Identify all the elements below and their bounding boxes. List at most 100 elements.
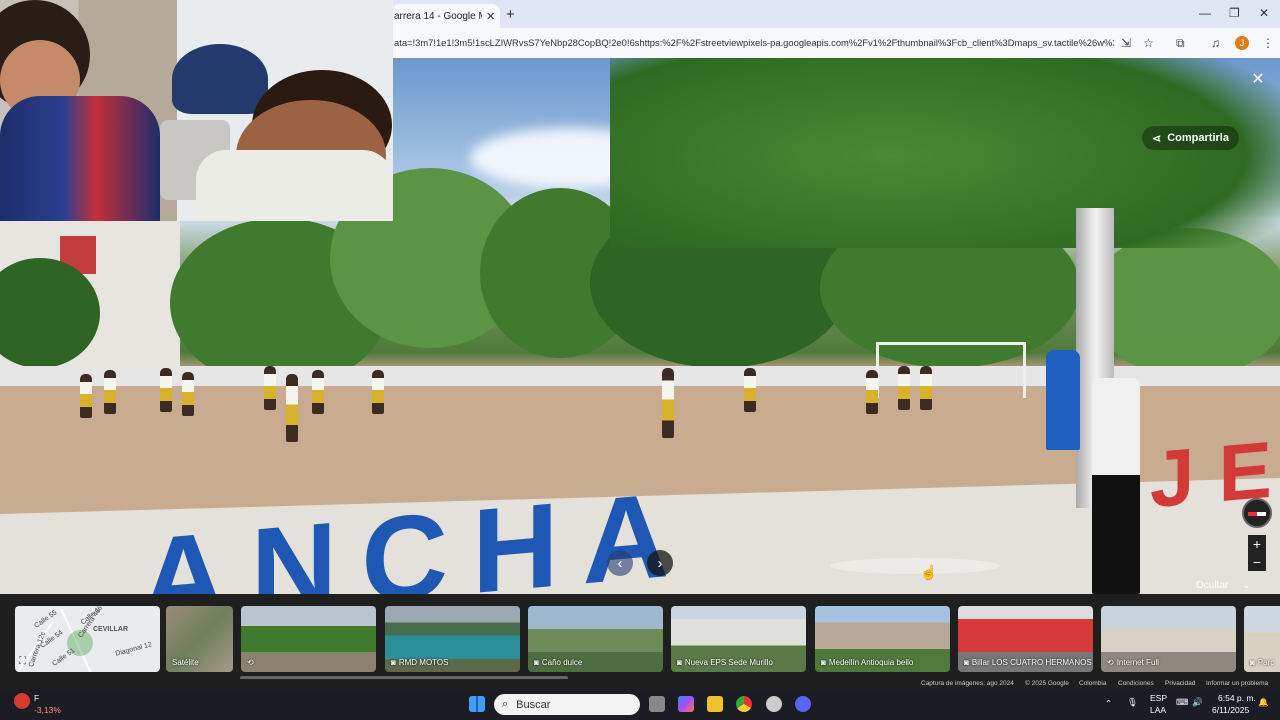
expand-icon[interactable]: ⛶ — [19, 656, 26, 667]
new-tab-button[interactable]: + — [506, 6, 515, 23]
copilot-icon[interactable] — [678, 696, 694, 712]
photo-thumbnail[interactable]: ◙ Caño dulce — [528, 606, 663, 672]
map-street-label: Diagonal 12 — [114, 641, 153, 658]
minimize-icon[interactable]: — — [1199, 6, 1211, 20]
player — [182, 372, 194, 416]
country-link[interactable]: Colombia — [1079, 680, 1106, 687]
camera-icon: ◙ — [821, 658, 826, 667]
photo-thumbnail[interactable]: ⟲ — [241, 606, 376, 672]
extensions-icon[interactable]: ⧉ — [1176, 36, 1185, 51]
thumb-caption: ◙ Billar LOS CUATRO HERMANOS — [964, 658, 1092, 667]
player — [662, 368, 674, 438]
thumb-caption: ◙ RMD MOTOS — [391, 658, 448, 667]
spectator — [1092, 378, 1140, 594]
satellite-thumbnail[interactable]: Satélite — [166, 606, 233, 672]
notification-icon[interactable]: 🔔 — [1258, 697, 1269, 708]
player — [80, 374, 92, 418]
camera-icon: ◙ — [677, 658, 682, 667]
player — [866, 370, 878, 414]
player — [104, 370, 116, 414]
thumb-caption: Satélite — [172, 658, 199, 667]
clock-time[interactable]: 6:54 p. m. — [1218, 693, 1256, 703]
attribution-bar: Captura de imágenes: ago 2024 © 2025 Goo… — [0, 679, 1280, 689]
tree — [1090, 228, 1280, 378]
search-placeholder: Buscar — [516, 698, 551, 711]
player — [744, 368, 756, 412]
close-icon[interactable]: ✕ — [1259, 6, 1269, 20]
privacy-link[interactable]: Privacidad — [1165, 680, 1195, 687]
thumb-label: Caño dulce — [541, 658, 583, 667]
restore-icon[interactable]: ❐ — [1229, 6, 1240, 20]
player — [898, 366, 910, 410]
cursor-icon: ☝ — [920, 564, 938, 580]
zoom-in-button[interactable]: + — [1248, 535, 1266, 553]
media-icon[interactable]: ♫ — [1211, 36, 1220, 50]
camera-icon: ◙ — [534, 658, 539, 667]
network-icon[interactable]: ⌨ — [1176, 697, 1188, 708]
photo-thumbnail[interactable]: ◙ Billar LOS CUATRO HERMANOS — [958, 606, 1093, 672]
person-shirt — [196, 150, 393, 221]
photo-thumbnail[interactable]: ◙ RMD MOTOS — [385, 606, 520, 672]
photo-thumbnail[interactable]: ◙ Parc — [1244, 606, 1280, 672]
stock-change: -3,13% — [34, 705, 61, 715]
windows-start-icon[interactable] — [469, 696, 485, 712]
next-arrow-button[interactable]: › — [647, 550, 673, 576]
spectator — [1046, 350, 1080, 450]
microphone-icon[interactable]: 🎙 — [1127, 697, 1138, 708]
install-icon[interactable]: ⇲ — [1121, 36, 1131, 50]
previous-arrow-button[interactable]: ‹ — [607, 550, 633, 576]
player — [286, 374, 298, 442]
360-icon: ⟲ — [247, 658, 254, 667]
person-cap — [172, 44, 268, 114]
player — [264, 366, 276, 410]
photo-thumbnail[interactable]: ⟲ Internet Full — [1101, 606, 1236, 672]
compass-icon[interactable] — [1242, 498, 1272, 528]
photo-thumbnail[interactable]: ◙ Nueva EPS Sede Murillo — [671, 606, 806, 672]
player — [160, 368, 172, 412]
map-street-label: Calle 51 — [51, 647, 77, 668]
file-explorer-icon[interactable] — [707, 696, 723, 712]
browser-tab[interactable]: arrera 14 - Google Map ✕ — [392, 4, 500, 28]
stock-symbol: F — [34, 693, 40, 703]
discord-icon[interactable] — [795, 696, 811, 712]
thumb-label: Nueva EPS Sede Murillo — [684, 658, 773, 667]
thumb-label: RMD MOTOS — [398, 658, 449, 667]
thumb-label: Internet Full — [1116, 658, 1159, 667]
chrome-icon[interactable] — [736, 696, 752, 712]
volume-icon[interactable]: 🔊 — [1192, 697, 1203, 708]
task-view-icon[interactable] — [649, 696, 665, 712]
menu-icon[interactable]: ⋮ — [1262, 36, 1274, 50]
taskbar-search[interactable]: ⌕ Buscar — [494, 694, 640, 715]
thumb-caption: ⟲ Internet Full — [1107, 658, 1159, 667]
thumb-caption: ◙ Parc — [1250, 658, 1274, 667]
zoom-out-button[interactable]: − — [1248, 553, 1266, 571]
tree-canopy — [610, 58, 1280, 248]
search-icon: ⌕ — [502, 698, 509, 710]
star-icon[interactable]: ☆ — [1143, 36, 1154, 50]
thumb-label: Parc — [1257, 658, 1275, 667]
close-streetview-button[interactable]: ✕ — [1247, 68, 1269, 90]
hide-filmstrip-button[interactable]: Ocultar ⌄ — [1196, 576, 1251, 594]
stock-widget-icon[interactable] — [14, 693, 30, 709]
player — [312, 370, 324, 414]
mini-map[interactable]: Calle 55 Calle 54 Carrera 12c Calle 51 C… — [15, 606, 160, 672]
profile-avatar[interactable]: J — [1235, 36, 1249, 50]
share-button[interactable]: ⋖ Compartirla — [1142, 126, 1239, 150]
photo-filmstrip: Calle 55 Calle 54 Carrera 12c Calle 51 C… — [0, 594, 1280, 686]
player — [920, 366, 932, 410]
tab-close-icon[interactable]: ✕ — [486, 10, 495, 23]
map-area-label: CEVILLAR — [93, 626, 128, 633]
street-direction-indicator[interactable] — [830, 558, 1000, 574]
chevron-up-icon[interactable]: ⌃ — [1105, 698, 1112, 709]
terms-link[interactable]: Condiciones — [1118, 680, 1154, 687]
url-field[interactable]: ata=!3m7!1e1!3m5!1scLZIWRvsS7YeNbp28CopB… — [394, 37, 1114, 48]
copyright: © 2025 Google — [1025, 680, 1069, 687]
language-bottom: LAA — [1150, 705, 1167, 715]
person-jersey — [0, 96, 160, 221]
language-top[interactable]: ESP — [1150, 693, 1167, 703]
player — [372, 370, 384, 414]
photo-thumbnail[interactable]: ◙ Medellín Antioquia bello — [815, 606, 950, 672]
app-icon[interactable] — [766, 696, 782, 712]
report-link[interactable]: Informar un problema — [1206, 680, 1268, 687]
capture-date: Captura de imágenes: ago 2024 — [921, 680, 1014, 687]
